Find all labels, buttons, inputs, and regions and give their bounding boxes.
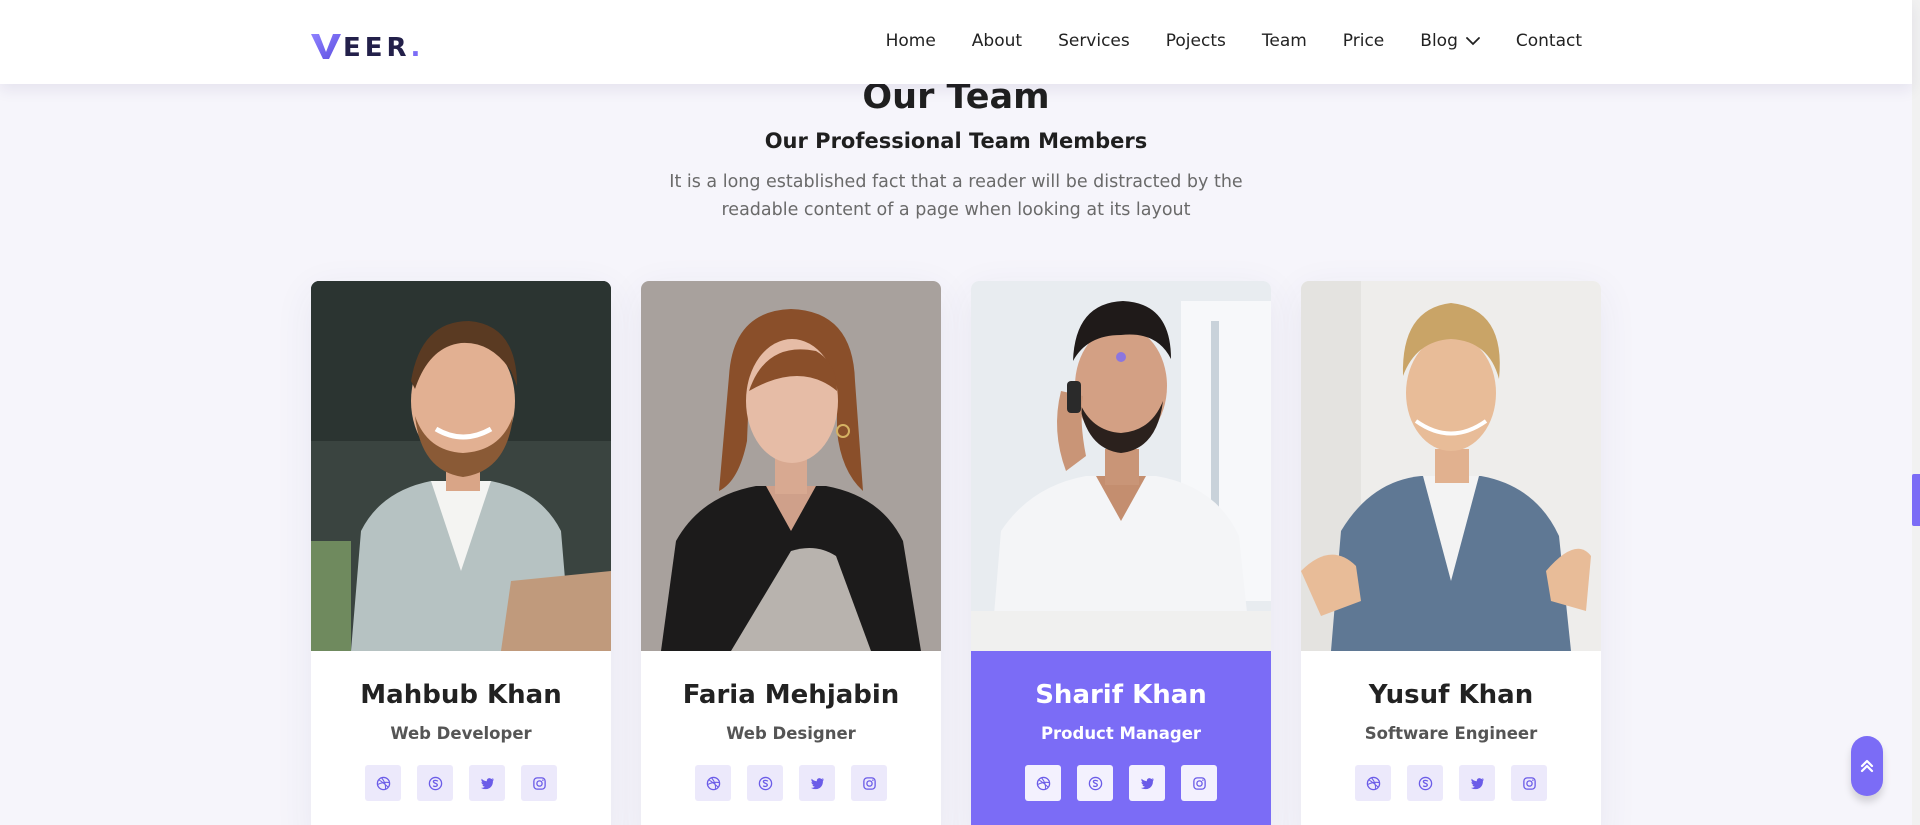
nav-blog[interactable]: Blog xyxy=(1420,31,1480,51)
member-name: Mahbub Khan xyxy=(360,680,562,710)
chevron-down-icon xyxy=(1465,36,1480,45)
skype-icon xyxy=(758,776,772,790)
team-section-heading: Our Team Our Professional Team Members I… xyxy=(0,74,1912,224)
nav-blog-label: Blog xyxy=(1420,31,1458,51)
skype-link[interactable] xyxy=(1077,765,1113,801)
member-socials xyxy=(1301,765,1601,801)
twitter-link[interactable] xyxy=(1459,765,1495,801)
site-header: EER. Home About Services Pojects Team Pr… xyxy=(0,0,1912,84)
dribbble-link[interactable] xyxy=(695,765,731,801)
member-photo-image xyxy=(641,281,941,651)
section-subtitle: Our Professional Team Members xyxy=(764,129,1148,153)
team-cards: Mahbub Khan Web Developer Faria Mehjabin… xyxy=(311,281,1601,825)
skype-icon xyxy=(1418,776,1432,790)
nav-price[interactable]: Price xyxy=(1343,31,1384,51)
skype-link[interactable] xyxy=(1407,765,1443,801)
member-socials xyxy=(971,765,1271,801)
nav-services-label: Services xyxy=(1058,31,1130,51)
dribbble-link[interactable] xyxy=(1355,765,1391,801)
brand-dot: . xyxy=(410,33,421,63)
twitter-icon xyxy=(1470,777,1484,789)
nav-home-label: Home xyxy=(885,31,936,51)
skype-icon xyxy=(428,776,442,790)
nav-projects[interactable]: Pojects xyxy=(1166,31,1226,51)
instagram-link[interactable] xyxy=(1511,765,1547,801)
member-info: Sharif Khan Product Manager xyxy=(971,651,1271,825)
skype-link[interactable] xyxy=(747,765,783,801)
instagram-icon xyxy=(862,776,876,790)
member-socials xyxy=(641,765,941,801)
instagram-link[interactable] xyxy=(851,765,887,801)
member-role: Web Designer xyxy=(726,724,856,743)
nav-contact[interactable]: Contact xyxy=(1516,31,1582,51)
double-chevron-up-icon xyxy=(1860,759,1874,773)
instagram-link[interactable] xyxy=(521,765,557,801)
member-role: Web Developer xyxy=(390,724,532,743)
member-photo-image xyxy=(311,281,611,651)
twitter-link[interactable] xyxy=(799,765,835,801)
twitter-link[interactable] xyxy=(1129,765,1165,801)
member-photo-image xyxy=(971,281,1271,651)
member-role: Software Engineer xyxy=(1364,724,1538,743)
dribbble-icon xyxy=(1366,776,1380,790)
twitter-icon xyxy=(480,777,494,789)
member-photo xyxy=(971,281,1271,651)
nav-home[interactable]: Home xyxy=(886,31,936,51)
dribbble-link[interactable] xyxy=(365,765,401,801)
instagram-icon xyxy=(1522,776,1536,790)
dribbble-icon xyxy=(376,776,390,790)
member-role: Product Manager xyxy=(1040,724,1202,743)
twitter-link[interactable] xyxy=(469,765,505,801)
nav-about-label: About xyxy=(971,31,1023,51)
nav-about[interactable]: About xyxy=(972,31,1022,51)
dribbble-icon xyxy=(1036,776,1050,790)
member-socials xyxy=(311,765,611,801)
team-card[interactable]: Faria Mehjabin Web Designer xyxy=(641,281,941,825)
twitter-icon xyxy=(810,777,824,789)
skype-icon xyxy=(1088,776,1102,790)
member-photo xyxy=(311,281,611,651)
member-photo xyxy=(1301,281,1601,651)
brand-name: EER xyxy=(343,33,411,63)
back-to-top-button[interactable] xyxy=(1851,736,1883,796)
nav-contact-label: Contact xyxy=(1515,31,1582,51)
logo-v-icon xyxy=(311,34,341,59)
dribbble-link[interactable] xyxy=(1025,765,1061,801)
member-name: Faria Mehjabin xyxy=(682,680,900,710)
instagram-icon xyxy=(532,776,546,790)
member-info: Yusuf Khan Software Engineer xyxy=(1301,651,1601,825)
nav-team-label: Team xyxy=(1261,31,1307,51)
skype-link[interactable] xyxy=(417,765,453,801)
scrollbar-thumb[interactable] xyxy=(1912,474,1920,526)
member-name: Yusuf Khan xyxy=(1368,680,1534,710)
section-description: It is a long established fact that a rea… xyxy=(669,172,1243,220)
team-card-highlighted[interactable]: Sharif Khan Product Manager xyxy=(971,281,1271,825)
instagram-icon xyxy=(1192,776,1206,790)
nav-team[interactable]: Team xyxy=(1262,31,1307,51)
twitter-icon xyxy=(1140,777,1154,789)
instagram-link[interactable] xyxy=(1181,765,1217,801)
team-card[interactable]: Mahbub Khan Web Developer xyxy=(311,281,611,825)
member-info: Mahbub Khan Web Developer xyxy=(311,651,611,825)
brand-logo[interactable]: EER. xyxy=(311,28,421,63)
nav-projects-label: Pojects xyxy=(1165,31,1226,51)
member-name: Sharif Khan xyxy=(1035,680,1207,710)
nav-price-label: Price xyxy=(1342,31,1385,51)
team-card[interactable]: Yusuf Khan Software Engineer xyxy=(1301,281,1601,825)
page-scrollbar[interactable] xyxy=(1912,0,1920,825)
main-nav: Home About Services Pojects Team Price B… xyxy=(886,28,1582,54)
dribbble-icon xyxy=(706,776,720,790)
member-photo-image xyxy=(1301,281,1601,651)
member-photo xyxy=(641,281,941,651)
nav-services[interactable]: Services xyxy=(1058,31,1130,51)
member-info: Faria Mehjabin Web Designer xyxy=(641,651,941,825)
